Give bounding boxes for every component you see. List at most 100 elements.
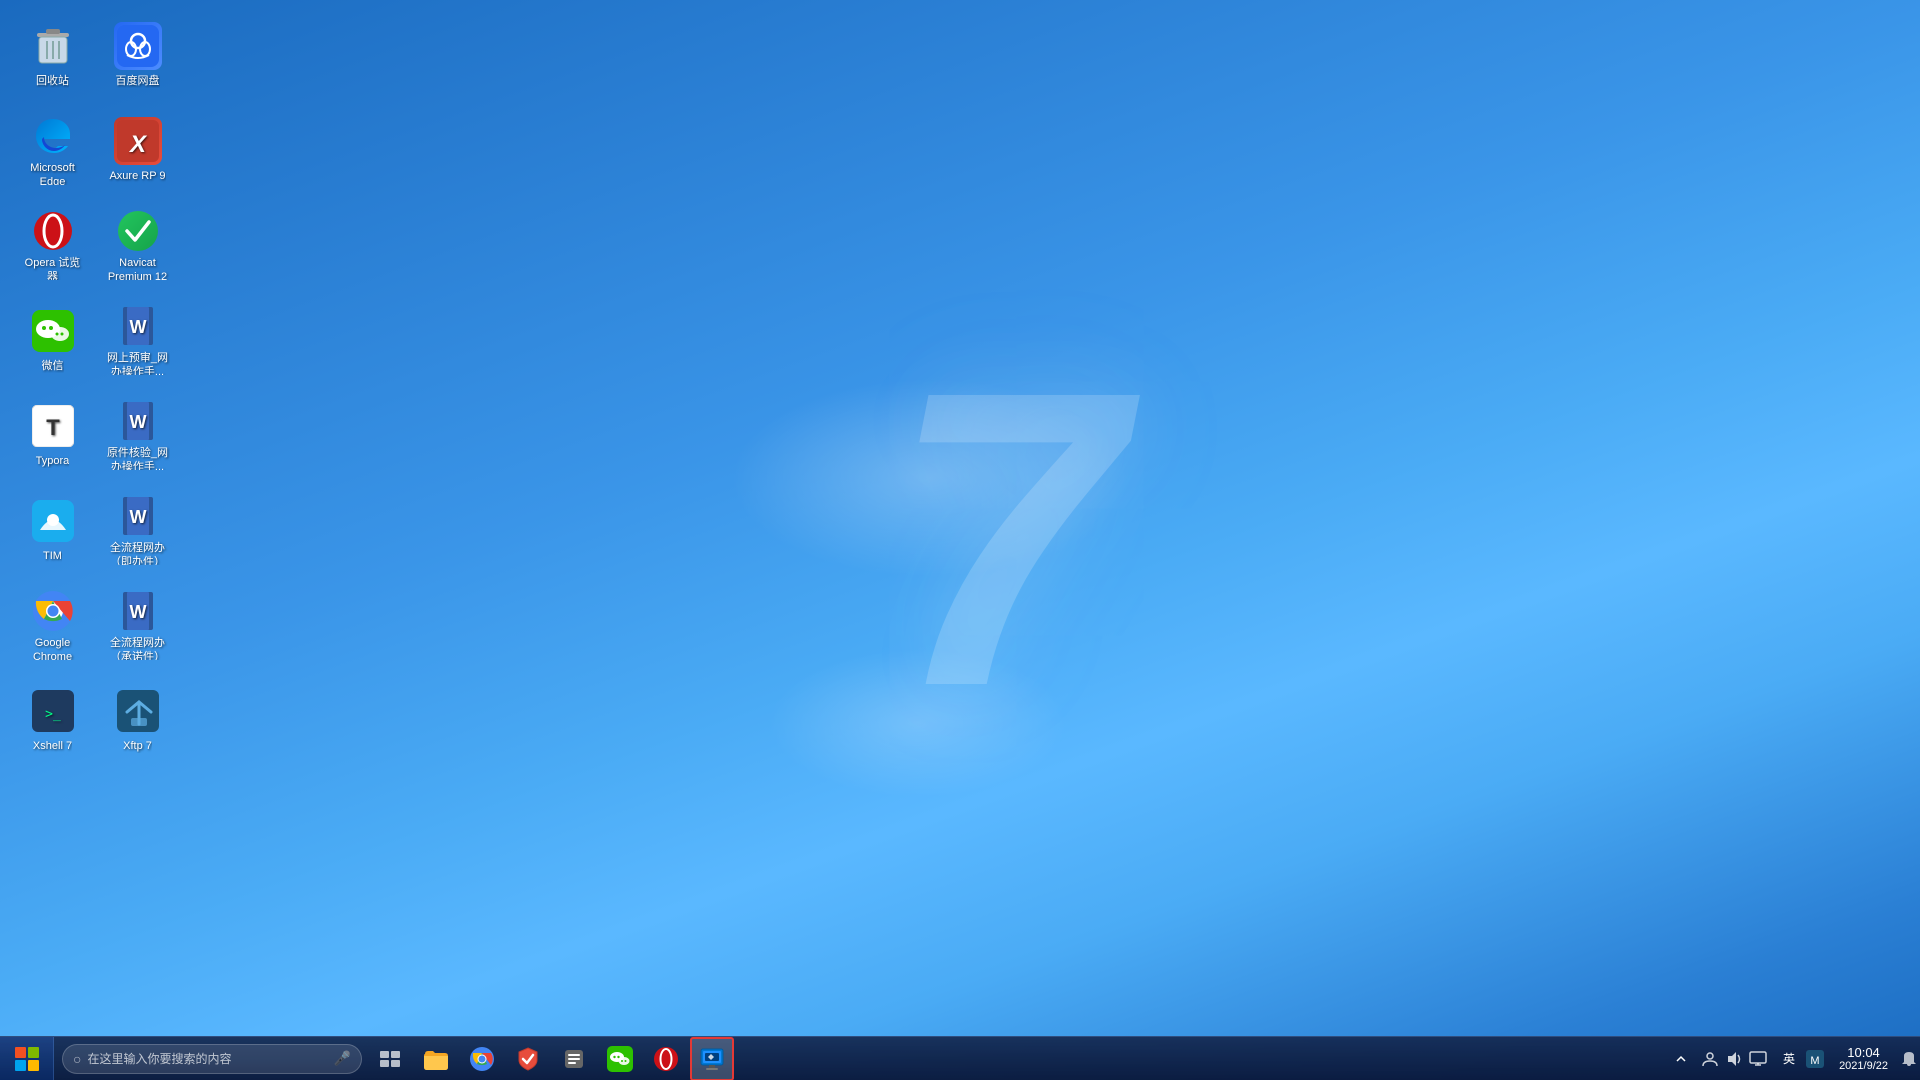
taskbar: ○ 在这里输入你要搜索的内容 🎤 bbox=[0, 1036, 1920, 1080]
wechat-icon bbox=[29, 307, 77, 355]
doc3-icon: W bbox=[114, 495, 162, 537]
doc2-icon: W bbox=[114, 400, 162, 442]
taskbar-apps bbox=[414, 1037, 734, 1080]
clock-date: 2021/9/22 bbox=[1839, 1060, 1888, 1072]
remote-desktop-icon bbox=[699, 1046, 725, 1072]
tray-icon-display[interactable] bbox=[1747, 1037, 1769, 1080]
windows-logo-icon bbox=[13, 1045, 41, 1073]
desktop-icon-doc1[interactable]: W 网上预审_网办操作手... bbox=[100, 300, 175, 380]
wechat-label: 微信 bbox=[42, 359, 64, 373]
svg-text:T: T bbox=[46, 415, 60, 440]
doc4-label: 全流程网办（承诺件）_... bbox=[105, 636, 170, 660]
desktop-icon-typora[interactable]: T Typora bbox=[15, 395, 90, 475]
xshell-icon: >_ bbox=[29, 687, 77, 735]
desktop-icon-xftp[interactable]: Xftp 7 bbox=[100, 680, 175, 760]
chrome-label: Google Chrome bbox=[20, 636, 85, 660]
desktop-icon-edge[interactable]: Microsoft Edge bbox=[15, 110, 90, 190]
win7-watermark: 7 bbox=[890, 330, 1124, 750]
notification-icon bbox=[1901, 1050, 1917, 1068]
doc2-label: 原件核验_网办操作手... bbox=[105, 446, 170, 470]
doc1-label: 网上预审_网办操作手... bbox=[105, 351, 170, 375]
edge-label: Microsoft Edge bbox=[20, 161, 85, 185]
clock[interactable]: 10:04 2021/9/22 bbox=[1829, 1037, 1898, 1080]
typora-label: Typora bbox=[36, 454, 70, 468]
microphone-icon: 🎤 bbox=[334, 1050, 351, 1067]
axure-icon: X bbox=[114, 117, 162, 165]
navicat-label: Navicat Premium 12 bbox=[105, 256, 170, 280]
desktop-icons-area: 回收站 百度网盘 bbox=[10, 10, 185, 775]
task-view-button[interactable] bbox=[370, 1037, 410, 1080]
task-view-icon bbox=[380, 1051, 400, 1067]
axure-label: Axure RP 9 bbox=[109, 169, 165, 183]
ime-icon: M bbox=[1804, 1048, 1826, 1070]
start-button[interactable] bbox=[0, 1037, 54, 1080]
wechat-taskbar-icon bbox=[607, 1046, 633, 1072]
tim-label: TIM bbox=[43, 549, 62, 563]
baidu-pan-icon bbox=[114, 22, 162, 70]
display-icon bbox=[1749, 1050, 1767, 1068]
desktop-icon-wechat[interactable]: 微信 bbox=[15, 300, 90, 380]
desktop-icon-doc3[interactable]: W 全流程网办（即办件）_... bbox=[100, 490, 175, 570]
folder-icon bbox=[423, 1046, 449, 1072]
taskbar-app-file-explorer[interactable] bbox=[414, 1037, 458, 1080]
taskbar-app-rdp[interactable] bbox=[690, 1037, 734, 1080]
recycle-bin-icon bbox=[29, 22, 77, 70]
language-indicator[interactable]: 英 bbox=[1777, 1037, 1801, 1080]
doc1-icon: W bbox=[114, 305, 162, 347]
taskbar-app-wechat[interactable] bbox=[598, 1037, 642, 1080]
navicat-icon bbox=[114, 210, 162, 252]
desktop-icon-doc2[interactable]: W 原件核验_网办操作手... bbox=[100, 395, 175, 475]
baidu-pan-label: 百度网盘 bbox=[116, 74, 160, 88]
desktop-icon-axure[interactable]: X Axure RP 9 bbox=[100, 110, 175, 190]
clock-time: 10:04 bbox=[1847, 1045, 1880, 1060]
taskbar-search[interactable]: ○ 在这里输入你要搜索的内容 🎤 bbox=[62, 1044, 362, 1074]
volume-icon bbox=[1725, 1050, 1743, 1068]
desktop: 7 回收站 bbox=[0, 0, 1920, 1080]
svg-text:W: W bbox=[129, 507, 146, 527]
svg-text:W: W bbox=[129, 412, 146, 432]
xftp-label: Xftp 7 bbox=[123, 739, 152, 753]
taskbar-app-opera[interactable] bbox=[644, 1037, 688, 1080]
edge-icon bbox=[29, 115, 77, 157]
doc4-icon: W bbox=[114, 590, 162, 632]
security-icon bbox=[515, 1046, 541, 1072]
desktop-icon-xshell[interactable]: >_ Xshell 7 bbox=[15, 680, 90, 760]
tray-icon-volume[interactable] bbox=[1723, 1037, 1745, 1080]
desktop-icon-baidu-pan[interactable]: 百度网盘 bbox=[100, 15, 175, 95]
taskbar-app-tools[interactable] bbox=[552, 1037, 596, 1080]
tim-icon bbox=[29, 497, 77, 545]
opera-taskbar-icon bbox=[653, 1046, 679, 1072]
ime-indicator[interactable]: M bbox=[1801, 1037, 1829, 1080]
search-placeholder-text: 在这里输入你要搜索的内容 bbox=[87, 1050, 333, 1067]
glow-effect-2 bbox=[768, 648, 1068, 798]
opera-label: Opera 试览器 bbox=[20, 256, 85, 280]
desktop-icon-recycle-bin[interactable]: 回收站 bbox=[15, 15, 90, 95]
notification-button[interactable] bbox=[1898, 1037, 1920, 1080]
chrome-taskbar-icon bbox=[469, 1046, 495, 1072]
svg-text:>_: >_ bbox=[45, 707, 61, 722]
taskbar-app-chrome[interactable] bbox=[460, 1037, 504, 1080]
language-text: 英 bbox=[1783, 1050, 1795, 1067]
xftp-icon bbox=[114, 687, 162, 735]
taskbar-app-security[interactable] bbox=[506, 1037, 550, 1080]
doc3-label: 全流程网办（即办件）_... bbox=[105, 541, 170, 565]
recycle-bin-label: 回收站 bbox=[36, 74, 69, 88]
desktop-icon-opera[interactable]: Opera 试览器 bbox=[15, 205, 90, 285]
chevron-up-icon bbox=[1675, 1053, 1687, 1065]
svg-text:M: M bbox=[1810, 1055, 1819, 1067]
svg-text:W: W bbox=[129, 602, 146, 622]
opera-icon bbox=[29, 210, 77, 252]
xshell-label: Xshell 7 bbox=[33, 739, 72, 753]
tray-expand-button[interactable] bbox=[1671, 1037, 1691, 1080]
typora-icon: T bbox=[29, 402, 77, 450]
svg-text:X: X bbox=[127, 131, 147, 158]
desktop-icon-doc4[interactable]: W 全流程网办（承诺件）_... bbox=[100, 585, 175, 665]
search-icon: ○ bbox=[73, 1051, 81, 1067]
desktop-icon-tim[interactable]: TIM bbox=[15, 490, 90, 570]
tray-icon-network[interactable] bbox=[1699, 1037, 1721, 1080]
glow-effect-1 bbox=[730, 378, 1130, 578]
desktop-icon-chrome[interactable]: Google Chrome bbox=[15, 585, 90, 665]
desktop-icon-navicat[interactable]: Navicat Premium 12 bbox=[100, 205, 175, 285]
system-tray: 英 M 10:04 2021/9/22 bbox=[1671, 1037, 1920, 1080]
tools-icon bbox=[561, 1046, 587, 1072]
